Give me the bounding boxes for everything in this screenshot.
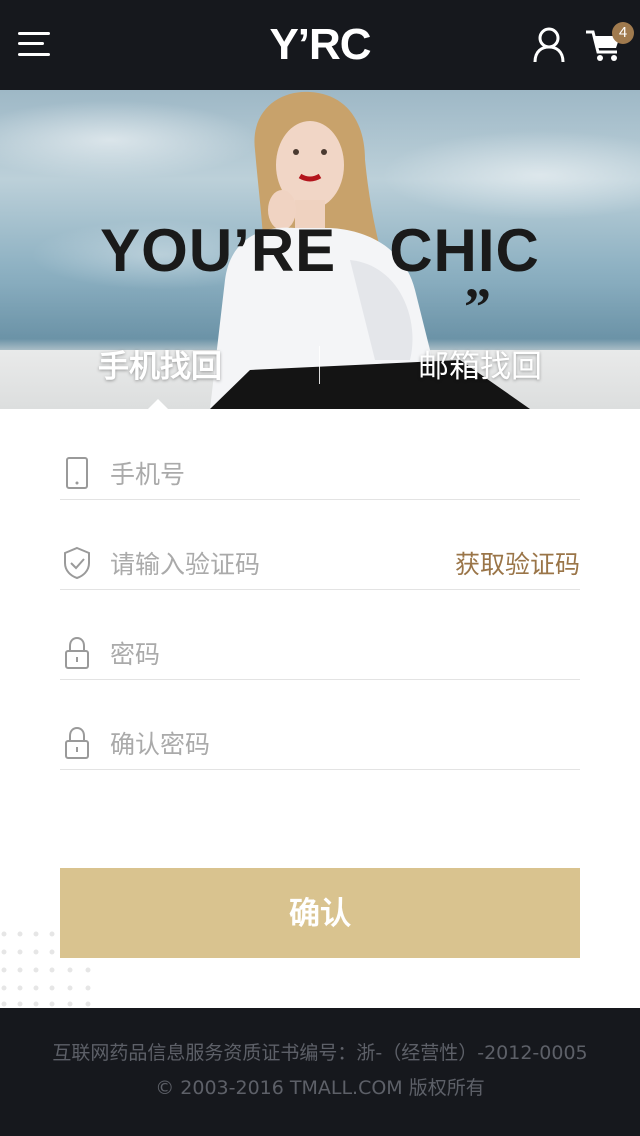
quote-mark: ”: [464, 277, 491, 337]
user-icon[interactable]: [530, 26, 568, 64]
lock-icon: [65, 636, 89, 669]
tab-email-recovery[interactable]: 邮箱找回: [320, 342, 640, 392]
recovery-tabs: 手机找回 邮箱找回: [0, 340, 640, 409]
confirm-password-input[interactable]: [108, 723, 442, 765]
lock-icon: [65, 726, 89, 759]
verification-code-input[interactable]: [108, 543, 442, 585]
phone-field-row: [60, 409, 580, 500]
tab-phone-recovery[interactable]: 手机找回: [0, 342, 320, 392]
shield-check-icon: [64, 546, 90, 580]
phone-input[interactable]: [108, 453, 442, 495]
confirm-password-field-row: [60, 679, 580, 770]
hero-banner: YOU’RE CHIC ” 手机找回 邮箱找回: [0, 90, 640, 409]
hero-headline: YOU’RE CHIC: [100, 217, 540, 284]
footer: 互联网药品信息服务资质证书编号：浙-（经营性）-2012-0005 © 2003…: [0, 1008, 640, 1136]
menu-icon[interactable]: [18, 30, 52, 60]
footer-copyright: © 2003-2016 TMALL.COM 版权所有: [155, 1077, 485, 1099]
top-bar: Y’RC 4: [0, 0, 640, 90]
code-field-row: 获取验证码: [60, 499, 580, 590]
cart-button[interactable]: 4: [584, 22, 634, 64]
footer-license-text: 互联网药品信息服务资质证书编号：浙-（经营性）-2012-0005: [52, 1042, 588, 1064]
password-field-row: [60, 589, 580, 680]
get-code-button[interactable]: 获取验证码: [455, 549, 580, 581]
cart-count-badge: 4: [612, 22, 634, 44]
confirm-button[interactable]: 确认: [60, 868, 580, 958]
phone-icon: [66, 457, 88, 489]
brand-logo[interactable]: Y’RC: [250, 20, 390, 70]
password-input[interactable]: [108, 633, 442, 675]
active-tab-indicator: [148, 399, 168, 409]
